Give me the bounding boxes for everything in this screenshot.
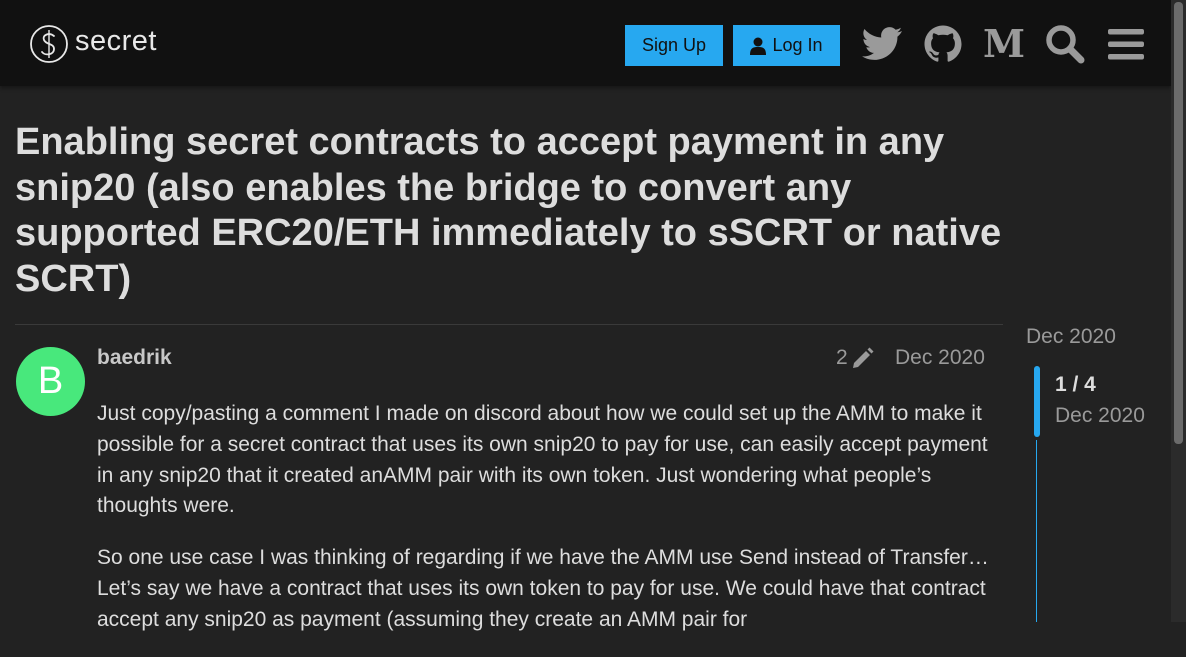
post-username[interactable]: baedrik [97, 346, 172, 370]
page-scrollbar[interactable] [1171, 0, 1186, 622]
avatar[interactable]: B [16, 347, 85, 416]
twitter-icon[interactable] [860, 22, 904, 66]
title-divider [15, 324, 1003, 325]
log-in-label: Log In [772, 35, 823, 55]
timeline-scroller-handle[interactable] [1034, 366, 1040, 437]
post-date[interactable]: Dec 2020 [895, 346, 985, 370]
post-body: Just copy/pasting a comment I made on di… [97, 399, 997, 657]
timeline-position: 1 / 4 [1055, 373, 1096, 396]
edit-history-button[interactable]: 2 [836, 346, 874, 370]
topic-title[interactable]: Enabling secret contracts to accept paym… [15, 120, 1015, 302]
timeline-start-date[interactable]: Dec 2020 [1026, 325, 1116, 349]
search-icon[interactable] [1043, 22, 1087, 66]
timeline-current-date: Dec 2020 [1055, 404, 1145, 427]
site-logo[interactable]: secret [29, 24, 157, 64]
site-header: secret Sign Up Log In M [0, 0, 1171, 86]
timeline-track[interactable] [1036, 440, 1037, 622]
logo-text: secret [75, 24, 157, 57]
sign-up-label: Sign Up [641, 35, 707, 55]
medium-icon[interactable]: M [982, 22, 1026, 66]
secret-logo-icon [30, 25, 68, 63]
log-in-button[interactable]: Log In [733, 25, 840, 66]
svg-text:M: M [984, 28, 1024, 60]
hamburger-menu-icon[interactable] [1104, 22, 1148, 66]
pencil-icon [852, 347, 874, 368]
post-paragraph: Just copy/pasting a comment I made on di… [97, 402, 988, 518]
avatar-letter: B [37, 360, 64, 402]
sign-up-button[interactable]: Sign Up [625, 25, 723, 66]
user-icon [750, 37, 767, 55]
edit-count: 2 [836, 346, 848, 369]
github-icon[interactable] [921, 22, 965, 66]
scrollbar-thumb[interactable] [1174, 2, 1183, 444]
